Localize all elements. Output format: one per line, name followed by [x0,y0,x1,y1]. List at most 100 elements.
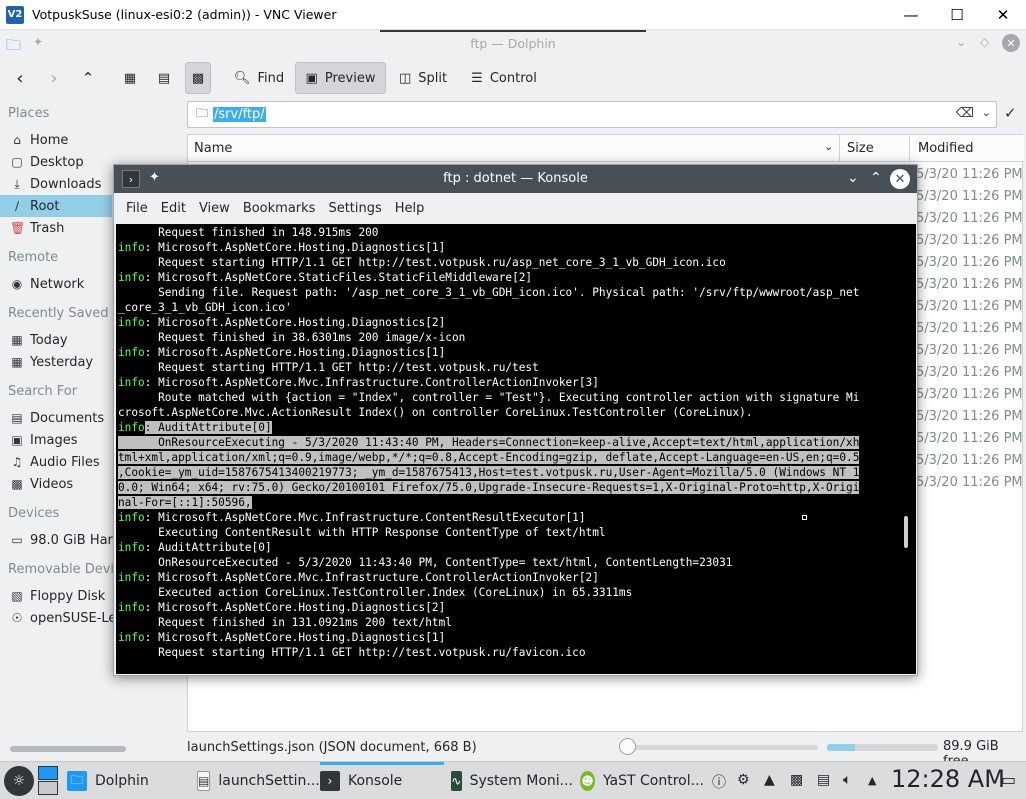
konsole-close-icon[interactable]: ✕ [890,169,910,189]
zoom-slider-handle[interactable] [619,738,636,755]
arrow-left-icon: ‹ [16,67,24,89]
arrow-up-icon: ⌃ [81,69,95,87]
keep-above-icon[interactable]: ◇ [980,35,989,49]
places-item-label: Network [30,276,85,292]
pager-desktop-1[interactable] [38,766,58,780]
terminal-text: Request finished in 148.915ms 200 info: M… [118,225,898,660]
konsole-window: › ✦ ftp : dotnet — Konsole ⌄ ⌃ ✕ File Ed… [113,164,918,676]
clear-icon[interactable]: ⌫ [956,106,974,121]
task-system-monitor[interactable]: ∿ System Moni... [451,764,573,798]
konsole-menubar: File Edit View Bookmarks Settings Help [114,193,917,223]
back-button[interactable]: ‹ [8,62,32,94]
file-modified-cell: 5/3/20 11:26 PM [916,431,1023,446]
close-button[interactable]: ✕ [980,0,1026,30]
menu-help[interactable]: Help [395,201,425,216]
menu-file[interactable]: File [126,201,148,216]
details-view-button[interactable]: ▩ [185,62,211,94]
status-text: launchSettings.json (JSON document, 668 … [187,739,477,755]
menu-edit[interactable]: Edit [161,201,186,216]
places-item-label: Root [30,198,60,214]
display-icon[interactable]: ▩ [790,772,803,788]
icons-view-button[interactable]: ▦ [117,62,143,94]
log-level-label: info [118,511,145,524]
terminal-line: _core_3_1_vb_GDH_icon.ico' [118,301,292,314]
status-bar: launchSettings.json (JSON document, 668 … [187,736,1026,769]
terminal-line: info: AuditAttribute[0] [118,541,272,554]
checkmark-icon[interactable]: ✓ [1004,104,1017,122]
show-desktop-icon[interactable]: ▭ [1001,770,1016,789]
clock[interactable]: 12:28 AM [891,765,1005,793]
menu-bookmarks[interactable]: Bookmarks [243,201,316,216]
find-button[interactable]: 🔍︎ Find [227,62,291,94]
clipboard-icon[interactable]: ▤ [817,772,830,788]
column-size[interactable]: Size [847,141,874,156]
sort-chevron-icon[interactable]: ⌄ [824,140,833,153]
usb-icon[interactable]: ▲ [764,772,775,788]
control-label: Control [489,70,537,86]
terminal-output[interactable]: Request finished in 148.915ms 200 info: M… [116,224,916,674]
places-item-label: Documents [30,410,105,426]
forward-button[interactable]: › [42,62,66,94]
zoom-slider-track[interactable] [624,745,818,750]
chevron-down-icon[interactable]: ⌄ [956,35,966,49]
network-icon: ◉ [11,277,23,291]
find-label: Find [257,70,285,86]
places-item-label: Downloads [30,176,102,192]
task-dolphin[interactable]: 🗀 Dolphin [67,764,197,798]
vnc-app-icon: V2 [6,5,24,24]
title-accent-line [380,30,646,32]
yast-icon: ☻ [580,771,595,791]
file-modified-cell: 5/3/20 11:26 PM [916,365,1023,380]
dolphin-close-icon[interactable]: ✕ [1002,34,1020,52]
task-konsole[interactable]: › Konsole [320,762,444,796]
menu-view[interactable]: View [199,201,230,216]
application-launcher-icon[interactable]: ☼ [4,766,34,796]
file-modified-cell: 5/3/20 11:26 PM [916,409,1023,424]
pager-desktop-2[interactable] [38,781,58,795]
compact-view-button[interactable]: ▤ [151,62,177,94]
task-yast[interactable]: ☻ YaST Control... [580,764,704,798]
up-button[interactable]: ⌃ [76,62,100,94]
terminal-line: Route matched with {action = "Index", co… [118,391,860,404]
file-modified-cell: 5/3/20 11:26 PM [916,167,1023,182]
places-item-label: Images [30,432,78,448]
terminal-scrollbar[interactable] [904,516,908,548]
column-name[interactable]: Name [194,141,232,156]
tray-expand-icon[interactable]: ▲ [868,774,876,787]
volume-icon[interactable]: 🔈︎ [843,772,851,788]
terminal-line: Request finished in 38.6301ms 200 image/… [118,331,466,344]
places-item-root[interactable]: ∕ Root [0,195,112,217]
dolphin-titlebar[interactable]: 🗀 ✦ ftp — Dolphin ⌄ ◇ ✕ [0,30,1026,58]
maximize-chevron-icon[interactable]: ⌃ [870,170,882,186]
maximize-button[interactable]: ☐ [934,0,980,30]
terminal-line: Request finished in 131.0921ms 200 text/… [118,616,452,629]
column-modified[interactable]: Modified [918,141,973,156]
preview-button[interactable]: ▣ Preview [295,62,386,94]
free-space-bar [827,744,938,751]
file-list-header: Name ⌄ Size Modified [188,135,1024,162]
minimize-chevron-icon[interactable]: ⌄ [847,170,859,186]
terminal-line: Request starting HTTP/1.1 GET http://tes… [118,361,539,374]
minimize-button[interactable]: — [888,0,934,30]
task-launchsettings[interactable]: ▤ launchSettin... [197,764,319,798]
control-button[interactable]: ☰ Control [462,62,546,94]
places-item-home[interactable]: ⌂ Home [0,129,186,151]
location-path[interactable]: /srv/ftp/ [213,107,266,122]
task-label: System Moni... [469,773,573,789]
folder-icon: 🗀 [196,106,209,120]
places-scrollbar[interactable] [10,746,126,752]
split-button[interactable]: ◫ Split [392,62,454,94]
konsole-titlebar[interactable]: › ✦ ftp : dotnet — Konsole ⌄ ⌃ ✕ [114,165,917,193]
chevron-down-icon[interactable]: ⌄ [982,106,991,119]
terminal-line: 0.0; Win64; x64; rv:75.0) Gecko/20100101… [118,481,860,494]
location-bar[interactable]: 🗀 /srv/ftp/ ⌫ ⌄ [187,101,997,128]
split-icon: ◫ [398,70,412,86]
updates-icon[interactable]: ⓘ [712,772,726,792]
menu-settings[interactable]: Settings [328,201,381,216]
floppy-icon: ▧ [11,589,23,603]
file-modified-cell: 5/3/20 11:26 PM [916,321,1023,336]
pin-icon[interactable]: ✦ [33,35,43,49]
vnc-titlebar[interactable]: V2 VotpuskSuse (linux-esi0:2 (admin)) - … [0,0,1026,30]
dolphin-toolbar: ‹ › ⌃ ▦ ▤ ▩ 🔍︎ Find ▣ Preview ◫ Split ☰ Cont… [0,58,1026,98]
settings-gear-icon[interactable]: ⚙ [737,772,750,788]
